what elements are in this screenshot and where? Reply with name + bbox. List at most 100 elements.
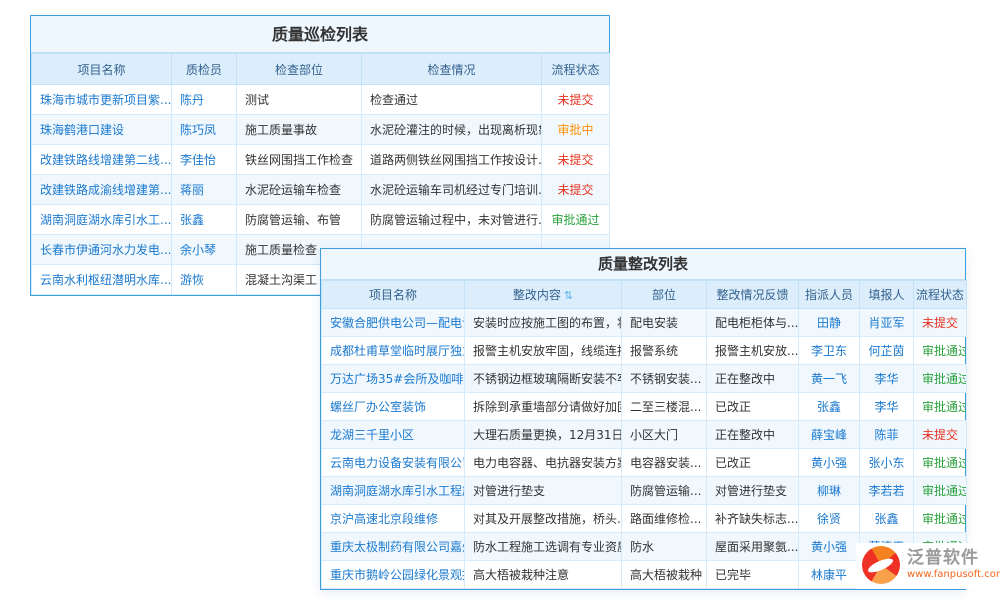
assignee-link[interactable]: 田静 — [799, 309, 860, 337]
inspector-link[interactable]: 余小琴 — [172, 235, 237, 265]
project-name-link[interactable]: 云南水利枢纽潜明水库... — [32, 265, 172, 295]
table-row[interactable]: 京沪高速北京段维修 对其及开展整改措施，桥头... 路面维修检... 补齐缺失标… — [322, 505, 967, 533]
project-name-link[interactable]: 改建铁路线增建第二线... — [32, 145, 172, 175]
col-project-name: 项目名称 — [322, 281, 465, 309]
feedback-cell: 已完毕 — [707, 561, 799, 589]
project-name-link[interactable]: 万达广场35#会所及咖啡厅空... — [322, 365, 465, 393]
rectify-header-row: 项目名称 整改内容⇅ 部位 整改情况反馈 指派人员 填报人 流程状态 — [322, 281, 967, 309]
reporter-link[interactable]: 李华 — [860, 393, 914, 421]
project-name-link[interactable]: 重庆市鹅岭公园绿化景观提升... — [322, 561, 465, 589]
project-name-link[interactable]: 京沪高速北京段维修 — [322, 505, 465, 533]
sort-icon[interactable]: ⇅ — [564, 289, 573, 302]
project-name-link[interactable]: 螺丝厂办公室装饰 — [322, 393, 465, 421]
status-badge: 审批通过 — [542, 205, 610, 235]
inspection-result-cell: 水泥砼灌注的时候，出现离析现象 — [362, 115, 542, 145]
part-cell: 高大梧被栽种 — [622, 561, 707, 589]
patrol-list-title: 质量巡检列表 — [31, 16, 609, 53]
assignee-link[interactable]: 黄小强 — [799, 533, 860, 561]
feedback-cell: 正在整改中 — [707, 421, 799, 449]
feedback-cell: 报警主机安放... — [707, 337, 799, 365]
project-name-link[interactable]: 龙湖三千里小区 — [322, 421, 465, 449]
inspection-result-cell: 防腐管运输过程中，未对管进行... — [362, 205, 542, 235]
part-cell: 防腐管运输... — [622, 477, 707, 505]
status-badge: 审批通过 — [914, 449, 967, 477]
reporter-link[interactable]: 肖亚军 — [860, 309, 914, 337]
inspector-link[interactable]: 游恢 — [172, 265, 237, 295]
project-name-link[interactable]: 安徽合肥供电公司—配电设备... — [322, 309, 465, 337]
inspector-link[interactable]: 陈丹 — [172, 85, 237, 115]
inspector-link[interactable]: 蒋丽 — [172, 175, 237, 205]
project-name-link[interactable]: 湖南洞庭湖水库引水工... — [32, 205, 172, 235]
assignee-link[interactable]: 薛宝峰 — [799, 421, 860, 449]
table-row[interactable]: 改建铁路成渝线增建第... 蒋丽 水泥砼运输车检查 水泥砼运输车司机经过专门培训… — [32, 175, 610, 205]
col-assignee: 指派人员 — [799, 281, 860, 309]
assignee-link[interactable]: 李卫东 — [799, 337, 860, 365]
project-name-link[interactable]: 改建铁路成渝线增建第... — [32, 175, 172, 205]
col-rectify-content[interactable]: 整改内容⇅ — [465, 281, 622, 309]
project-name-link[interactable]: 珠海市城市更新项目紫... — [32, 85, 172, 115]
col-reporter: 填报人 — [860, 281, 914, 309]
assignee-link[interactable]: 徐贤 — [799, 505, 860, 533]
assignee-link[interactable]: 林康平 — [799, 561, 860, 589]
status-badge: 审批通过 — [914, 477, 967, 505]
inspection-result-cell: 检查通过 — [362, 85, 542, 115]
assignee-link[interactable]: 黄一飞 — [799, 365, 860, 393]
status-badge: 审批通过 — [914, 505, 967, 533]
rectify-content-cell: 报警主机安放牢固，线缆连接... — [465, 337, 622, 365]
status-badge: 审批中 — [542, 115, 610, 145]
table-row[interactable]: 改建铁路线增建第二线... 李佳怡 铁丝网围挡工作检查 道路两侧铁丝网围挡工作按… — [32, 145, 610, 175]
inspection-part-cell: 铁丝网围挡工作检查 — [237, 145, 362, 175]
col-rectify-content-label: 整改内容 — [513, 288, 561, 302]
assignee-link[interactable]: 张鑫 — [799, 393, 860, 421]
project-name-link[interactable]: 云南电力设备安装有限公司20... — [322, 449, 465, 477]
project-name-link[interactable]: 珠海鹤港口建设 — [32, 115, 172, 145]
part-cell: 路面维修检... — [622, 505, 707, 533]
table-row[interactable]: 螺丝厂办公室装饰 拆除到承重墙部分请做好加固... 二至三楼混... 已改正 张… — [322, 393, 967, 421]
col-part: 部位 — [622, 281, 707, 309]
table-row[interactable]: 珠海鹤港口建设 陈巧凤 施工质量事故 水泥砼灌注的时候，出现离析现象 审批中 — [32, 115, 610, 145]
project-name-link[interactable]: 重庆太极制药有限公司嘉州中... — [322, 533, 465, 561]
inspection-part-cell: 防腐管运输、布管 — [237, 205, 362, 235]
rectify-content-cell: 电力电容器、电抗器安装方案... — [465, 449, 622, 477]
project-name-link[interactable]: 湖南洞庭湖水库引水工程施工... — [322, 477, 465, 505]
table-row[interactable]: 云南电力设备安装有限公司20... 电力电容器、电抗器安装方案... 电容器安装… — [322, 449, 967, 477]
feedback-cell: 已改正 — [707, 393, 799, 421]
assignee-link[interactable]: 柳琳 — [799, 477, 860, 505]
table-row[interactable]: 万达广场35#会所及咖啡厅空... 不锈钢边框玻璃隔断安装不牢... 不锈钢安装… — [322, 365, 967, 393]
feedback-cell: 已改正 — [707, 449, 799, 477]
quality-dashboard: 质量巡检列表 项目名称 质检员 检查部位 检查情况 流程状态 珠海市城市更新项目… — [0, 0, 1000, 600]
reporter-link[interactable]: 张鑫 — [860, 505, 914, 533]
reporter-link[interactable]: 何芷茵 — [860, 337, 914, 365]
status-badge: 未提交 — [542, 145, 610, 175]
project-name-link[interactable]: 长春市伊通河水力发电... — [32, 235, 172, 265]
feedback-cell: 补齐缺失标志... — [707, 505, 799, 533]
col-project-name: 项目名称 — [32, 54, 172, 85]
col-flow-status: 流程状态 — [914, 281, 967, 309]
rectify-list-title: 质量整改列表 — [321, 249, 965, 280]
reporter-link[interactable]: 陈菲 — [860, 421, 914, 449]
inspection-part-cell: 测试 — [237, 85, 362, 115]
table-row[interactable]: 湖南洞庭湖水库引水工... 张鑫 防腐管运输、布管 防腐管运输过程中，未对管进行… — [32, 205, 610, 235]
table-row[interactable]: 珠海市城市更新项目紫... 陈丹 测试 检查通过 未提交 — [32, 85, 610, 115]
table-row[interactable]: 龙湖三千里小区 大理石质量更换，12月31日之... 小区大门 正在整改中 薛宝… — [322, 421, 967, 449]
col-feedback: 整改情况反馈 — [707, 281, 799, 309]
col-flow-status: 流程状态 — [542, 54, 610, 85]
reporter-link[interactable]: 李若若 — [860, 477, 914, 505]
inspector-link[interactable]: 李佳怡 — [172, 145, 237, 175]
status-badge: 审批通过 — [914, 365, 967, 393]
rectify-content-cell: 对其及开展整改措施，桥头... — [465, 505, 622, 533]
table-row[interactable]: 湖南洞庭湖水库引水工程施工... 对管进行垫支 防腐管运输... 对管进行垫支 … — [322, 477, 967, 505]
inspector-link[interactable]: 张鑫 — [172, 205, 237, 235]
inspector-link[interactable]: 陈巧凤 — [172, 115, 237, 145]
col-inspection-result: 检查情况 — [362, 54, 542, 85]
project-name-link[interactable]: 成都杜甫草堂临时展厅独立展... — [322, 337, 465, 365]
part-cell: 电容器安装... — [622, 449, 707, 477]
assignee-link[interactable]: 黄小强 — [799, 449, 860, 477]
part-cell: 报警系统 — [622, 337, 707, 365]
table-row[interactable]: 成都杜甫草堂临时展厅独立展... 报警主机安放牢固，线缆连接... 报警系统 报… — [322, 337, 967, 365]
table-row[interactable]: 安徽合肥供电公司—配电设备... 安装时应按施工图的布置，将... 配电安装 配… — [322, 309, 967, 337]
reporter-link[interactable]: 李华 — [860, 365, 914, 393]
feedback-cell: 正在整改中 — [707, 365, 799, 393]
reporter-link[interactable]: 张小东 — [860, 449, 914, 477]
feedback-cell: 屋面采用聚氨... — [707, 533, 799, 561]
